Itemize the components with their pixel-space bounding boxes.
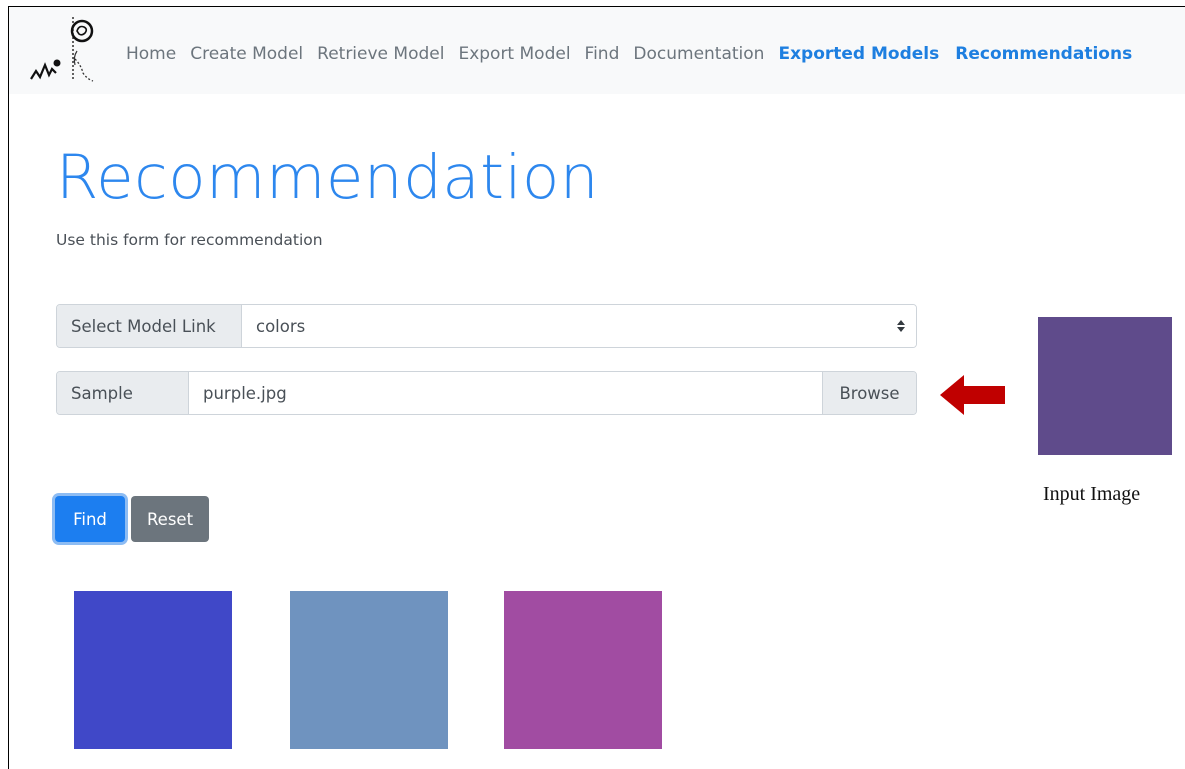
page-title: Recommendation <box>56 142 600 213</box>
sort-caret-icon[interactable] <box>886 305 916 347</box>
navbar: Home Create Model Retrieve Model Export Mod… <box>9 7 1185 94</box>
result-swatch-2 <box>290 591 448 749</box>
model-select[interactable]: colors <box>242 305 886 347</box>
result-swatch-1 <box>74 591 232 749</box>
brain-lightbulb-logo-icon[interactable] <box>27 11 103 91</box>
nav-link-exported-models[interactable]: Exported Models <box>778 44 939 64</box>
sample-label: Sample <box>57 372 189 414</box>
nav-link-export-model[interactable]: Export Model <box>458 44 570 64</box>
left-arrow-icon <box>940 375 1005 415</box>
nav-links: Home Create Model Retrieve Model Export Mod… <box>126 44 1148 64</box>
sample-file-input[interactable]: purple.jpg <box>189 372 822 414</box>
nav-link-retrieve-model[interactable]: Retrieve Model <box>317 44 444 64</box>
browse-button[interactable]: Browse <box>822 372 916 414</box>
nav-link-recommendations[interactable]: Recommendations <box>955 44 1132 64</box>
model-select-label: Select Model Link <box>57 305 242 347</box>
input-image-caption: Input Image <box>1043 483 1141 505</box>
nav-link-create-model[interactable]: Create Model <box>190 44 303 64</box>
nav-link-documentation[interactable]: Documentation <box>633 44 764 64</box>
input-image-swatch <box>1038 317 1172 455</box>
page-subtitle: Use this form for recommendation <box>56 231 323 249</box>
nav-link-find[interactable]: Find <box>585 44 620 64</box>
nav-link-home[interactable]: Home <box>126 44 176 64</box>
model-select-group: Select Model Link colors <box>56 304 917 348</box>
find-button[interactable]: Find <box>55 496 125 542</box>
reset-button[interactable]: Reset <box>131 496 209 542</box>
result-swatch-3 <box>504 591 662 749</box>
sample-file-group: Sample purple.jpg Browse <box>56 371 917 415</box>
